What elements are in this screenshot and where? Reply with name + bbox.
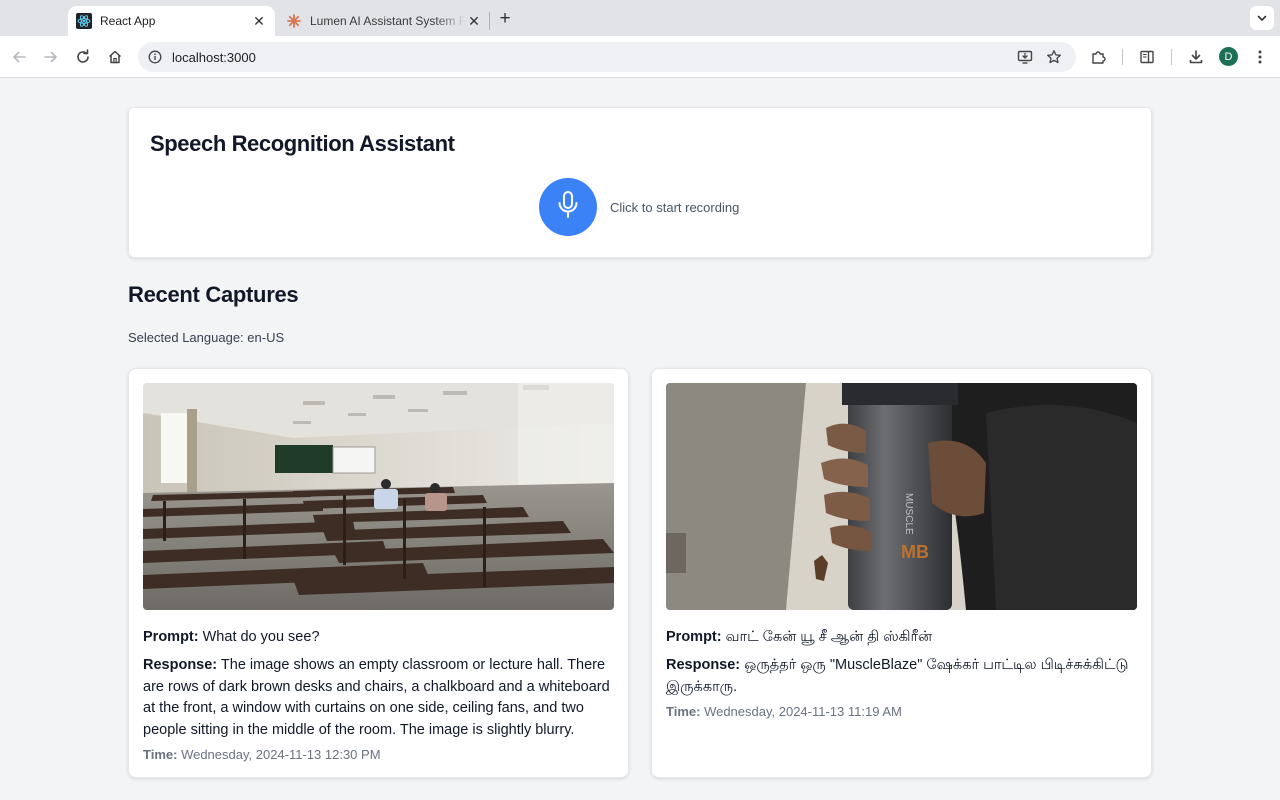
site-info-icon[interactable] <box>146 48 164 66</box>
response-label: Response: <box>143 657 218 673</box>
react-logo-icon <box>76 13 92 29</box>
new-tab-plus-icon[interactable]: + <box>494 8 516 30</box>
toolbar-divider <box>1171 49 1172 65</box>
language-label: Selected Language: <box>128 330 244 345</box>
bookmark-star-icon[interactable] <box>1045 48 1063 66</box>
timestamp-line: Time: Wednesday, 2024-11-13 11:19 AM <box>666 704 902 719</box>
prompt-label: Prompt: <box>143 629 199 645</box>
reload-icon[interactable] <box>71 45 95 69</box>
profile-avatar[interactable]: D <box>1219 47 1238 66</box>
address-bar[interactable]: localhost:3000 <box>138 42 1076 72</box>
language-value: en-US <box>247 330 285 345</box>
claude-logo-icon <box>286 13 302 29</box>
prompt-text: வாட் கேன் யூ சீ ஆன் தி ஸ்கிரீன் <box>725 629 933 645</box>
page-content: Speech Recognition Assistant Click to st… <box>0 79 1280 800</box>
install-app-icon[interactable] <box>1016 48 1034 66</box>
close-tab-icon[interactable]: ✕ <box>466 13 482 29</box>
svg-text:MB: MB <box>901 542 929 562</box>
record-button[interactable] <box>539 178 597 236</box>
close-tab-icon[interactable]: ✕ <box>251 13 267 29</box>
back-arrow-icon[interactable] <box>7 45 31 69</box>
downloads-icon[interactable] <box>1184 45 1208 69</box>
tab-react-app[interactable]: React App ✕ <box>68 6 275 36</box>
extensions-puzzle-icon[interactable] <box>1087 45 1111 69</box>
recorder-card: Speech Recognition Assistant Click to st… <box>128 107 1152 258</box>
classroom-photo <box>143 383 614 610</box>
tab-lumen-ai[interactable]: Lumen AI Assistant System Flow ✕ <box>278 6 490 36</box>
recent-captures-heading: Recent Captures <box>128 282 299 307</box>
home-icon[interactable] <box>103 45 127 69</box>
app-title: Speech Recognition Assistant <box>150 131 455 156</box>
response-label: Response: <box>666 657 741 673</box>
prompt-line: Prompt: வாட் கேன் யூ சீ ஆன் தி ஸ்கிரீன் <box>666 627 1137 647</box>
response-line: Response: The image shows an empty class… <box>143 655 614 741</box>
prompt-text: What do you see? <box>202 629 320 645</box>
capture-card: MB MUSCLE Prompt: வாட் கேன் யூ சீ ஆன் தி… <box>651 368 1152 778</box>
tab-title: React App <box>100 14 156 28</box>
forward-arrow-icon[interactable] <box>39 45 63 69</box>
tab-title: Lumen AI Assistant System Flow <box>310 14 466 28</box>
record-hint-text: Click to start recording <box>610 200 740 215</box>
response-line: Response: ஒருத்தர் ஒரு "MuscleBlaze" ஷேக… <box>666 655 1137 698</box>
time-text: Wednesday, 2024-11-13 11:19 AM <box>704 704 902 719</box>
shaker-bottle-photo: MB MUSCLE <box>666 383 1137 610</box>
tab-search-chevron-icon[interactable] <box>1250 6 1274 30</box>
time-label: Time: <box>143 747 178 762</box>
tab-divider <box>489 12 490 30</box>
toolbar-divider <box>1122 49 1123 65</box>
side-panel-icon[interactable] <box>1135 45 1159 69</box>
browser-tabstrip: React App ✕ Lumen AI Assistant System Fl… <box>0 0 1280 36</box>
browser-toolbar: localhost:3000 D <box>0 36 1280 78</box>
microphone-icon <box>556 190 580 225</box>
svg-text:MUSCLE: MUSCLE <box>903 493 914 535</box>
prompt-label: Prompt: <box>666 629 722 645</box>
capture-card: Prompt: What do you see? Response: The i… <box>128 368 629 778</box>
time-label: Time: <box>666 704 701 719</box>
time-text: Wednesday, 2024-11-13 12:30 PM <box>181 747 381 762</box>
browser-menu-kebab-icon[interactable] <box>1248 45 1272 69</box>
timestamp-line: Time: Wednesday, 2024-11-13 12:30 PM <box>143 747 381 762</box>
selected-language-line: Selected Language: en-US <box>128 330 284 345</box>
url-text: localhost:3000 <box>172 50 256 65</box>
prompt-line: Prompt: What do you see? <box>143 627 614 647</box>
